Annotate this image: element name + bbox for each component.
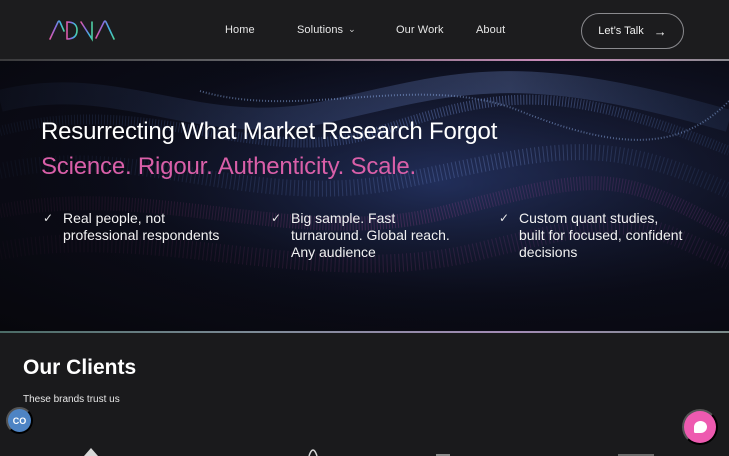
check-icon: ✓ <box>271 211 282 225</box>
particle-wave-background <box>0 61 729 331</box>
nav-item-about[interactable]: About <box>476 24 505 36</box>
chat-icon <box>693 421 707 433</box>
lets-talk-label: Let’s Talk <box>598 25 644 37</box>
clients-subheading: These brands trust us <box>23 394 120 405</box>
chevron-down-icon: ⌄ <box>348 24 356 34</box>
clients-heading: Our Clients <box>23 356 137 379</box>
hero-section <box>0 61 729 331</box>
arrow-right-icon: → <box>653 23 667 39</box>
feature-line: turnaround. Global reach. <box>291 227 450 243</box>
feature-item: ✓ Real people, not professional responde… <box>43 210 219 244</box>
feature-item: ✓ Big sample. Fast turnaround. Global re… <box>271 210 450 261</box>
top-navigation: Home Solutions ⌄ Our Work About Let’s Tal… <box>0 0 729 60</box>
hero-title: Resurrecting What Market Research Forgot <box>41 118 498 145</box>
client-logo <box>308 449 318 456</box>
hero-subtitle: Science. Rigour. Authenticity. Scale. <box>41 153 417 180</box>
client-logo <box>618 454 654 456</box>
feature-line: Big sample. Fast <box>291 210 396 226</box>
nav-item-home[interactable]: Home <box>225 24 255 36</box>
feature-line: professional respondents <box>63 227 220 243</box>
client-logo <box>84 448 98 456</box>
lets-talk-button[interactable]: Let’s Talk → <box>581 13 684 49</box>
feature-text: Custom quant studies, built for focused,… <box>519 210 682 261</box>
nav-item-solutions[interactable]: Solutions ⌄ <box>297 24 356 36</box>
feature-line: Any audience <box>291 244 376 260</box>
feature-item: ✓ Custom quant studies, built for focuse… <box>499 210 682 261</box>
check-icon: ✓ <box>499 211 510 225</box>
client-logo <box>436 454 450 456</box>
feature-line: Real people, not <box>63 210 165 226</box>
feature-line: built for focused, confident <box>519 227 683 243</box>
nav-item-our-work[interactable]: Our Work <box>396 24 444 36</box>
chat-button[interactable] <box>682 409 718 445</box>
hero-divider <box>0 331 729 333</box>
feature-text: Big sample. Fast turnaround. Global reac… <box>291 210 450 261</box>
cookie-consent-button[interactable]: CO <box>6 407 33 434</box>
feature-line: Custom quant studies, <box>519 210 659 226</box>
nav-item-solutions-label: Solutions <box>297 24 344 36</box>
feature-line: decisions <box>519 244 578 260</box>
check-icon: ✓ <box>43 211 54 225</box>
feature-text: Real people, not professional respondent… <box>63 210 219 244</box>
brand-logo[interactable] <box>48 18 124 42</box>
